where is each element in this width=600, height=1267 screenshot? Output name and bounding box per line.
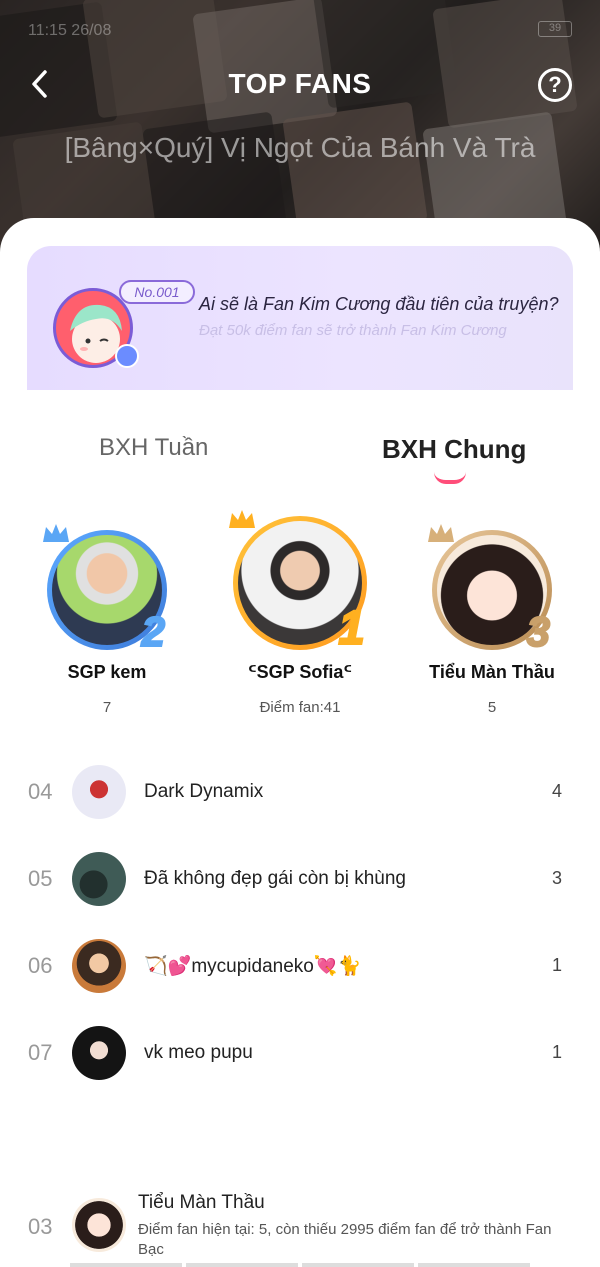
list-rank: 04: [28, 778, 53, 804]
podium-name: Tiểu Màn Thầu: [429, 662, 555, 682]
podium-score: 5: [487, 699, 497, 716]
crown-icon: [43, 524, 69, 542]
list-rank: 05: [28, 865, 53, 891]
top-three-podium: 2 SGP kem 7 1 ᑦSGP Sofiaᑦ Điểm fan:41 3 …: [0, 510, 600, 724]
status-time: 11:15 26/08: [28, 22, 112, 39]
promo-badge: No.001: [119, 280, 195, 304]
rank-badge: 2: [141, 607, 166, 656]
podium-first[interactable]: 1 ᑦSGP Sofiaᑦ Điểm fan:41: [228, 510, 372, 716]
podium-score: 7: [102, 699, 112, 716]
promo-subtitle: Đạt 50k điểm fan sẽ trở thành Fan Kim Cư…: [199, 322, 507, 339]
ranking-list: 04 Dark Dynamix 4 05 Đã không đẹp gái cò…: [0, 748, 600, 1096]
crown-icon: [229, 510, 255, 528]
list-name: Dark Dynamix: [144, 780, 264, 802]
crown-icon: [428, 524, 454, 542]
my-progress-text: Điểm fan hiện tại: 5, còn thiếu 2995 điể…: [138, 1221, 552, 1258]
list-rank: 07: [28, 1039, 53, 1065]
promo-title: Ai sẽ là Fan Kim Cương đầu tiên của truy…: [199, 294, 559, 314]
my-name: Tiểu Màn Thầu: [138, 1192, 265, 1213]
podium-third[interactable]: 3 Tiểu Màn Thầu 5: [424, 524, 560, 716]
ranking-tabs: BXH Tuần BXH Chung: [0, 428, 600, 488]
battery-icon: 39: [538, 21, 572, 37]
podium-score: Điểm fan:41: [259, 699, 341, 716]
list-name: 🏹💕mycupidaneko💘🐈: [144, 955, 362, 977]
podium-name: SGP kem: [67, 662, 147, 682]
tab-weekly[interactable]: BXH Tuần: [99, 434, 208, 462]
list-item[interactable]: 05 Đã không đẹp gái còn bị khùng 3: [0, 835, 600, 922]
list-item[interactable]: 04 Dark Dynamix 4: [0, 748, 600, 835]
avatar[interactable]: 1: [229, 510, 367, 656]
my-rank-card[interactable]: 03 Tiểu Màn Thầu Điểm fan hiện tại: 5, c…: [0, 1186, 600, 1267]
status-bar: 11:15 26/08 39: [28, 18, 572, 42]
story-title: [Bâng×Quý] Vị Ngọt Của Bánh Và Trà: [64, 132, 536, 163]
my-rank: 03: [28, 1214, 53, 1239]
list-item[interactable]: 06 🏹💕mycupidaneko💘🐈 1: [0, 922, 600, 1009]
list-score: 1: [551, 955, 562, 975]
help-icon[interactable]: ?: [538, 68, 572, 102]
avatar[interactable]: 3: [428, 524, 552, 656]
diamond-icon: [115, 344, 139, 368]
avatar[interactable]: [72, 938, 126, 993]
list-score: 4: [551, 781, 562, 801]
avatar[interactable]: [72, 1198, 126, 1252]
page-title: TOP FANS: [228, 68, 372, 99]
diamond-fan-banner: No.001 Ai sẽ là Fan Kim Cương đầu tiên c…: [27, 246, 573, 390]
avatar[interactable]: 2: [43, 524, 167, 656]
avatar[interactable]: [72, 1025, 126, 1080]
active-tab-indicator: [434, 472, 466, 484]
rank-badge: 3: [526, 607, 551, 656]
main-sheet: No.001 Ai sẽ là Fan Kim Cương đầu tiên c…: [0, 218, 600, 1267]
fan-level-progress-bar: [70, 1263, 530, 1267]
list-name: vk meo pupu: [144, 1041, 253, 1063]
rank-badge: 1: [337, 601, 366, 656]
podium-second[interactable]: 2 SGP kem 7: [40, 524, 174, 716]
podium-name: ᑦSGP Sofiaᑦ: [247, 662, 353, 682]
list-score: 1: [551, 1042, 562, 1062]
list-score: 3: [551, 868, 562, 888]
avatar[interactable]: [72, 851, 126, 906]
list-item[interactable]: 07 vk meo pupu 1: [0, 1009, 600, 1096]
list-rank: 06: [28, 952, 53, 978]
list-name: Đã không đẹp gái còn bị khùng: [144, 867, 406, 889]
tab-overall[interactable]: BXH Chung: [382, 434, 526, 465]
top-bar: TOP FANS ?: [0, 60, 600, 110]
avatar[interactable]: [72, 764, 126, 819]
